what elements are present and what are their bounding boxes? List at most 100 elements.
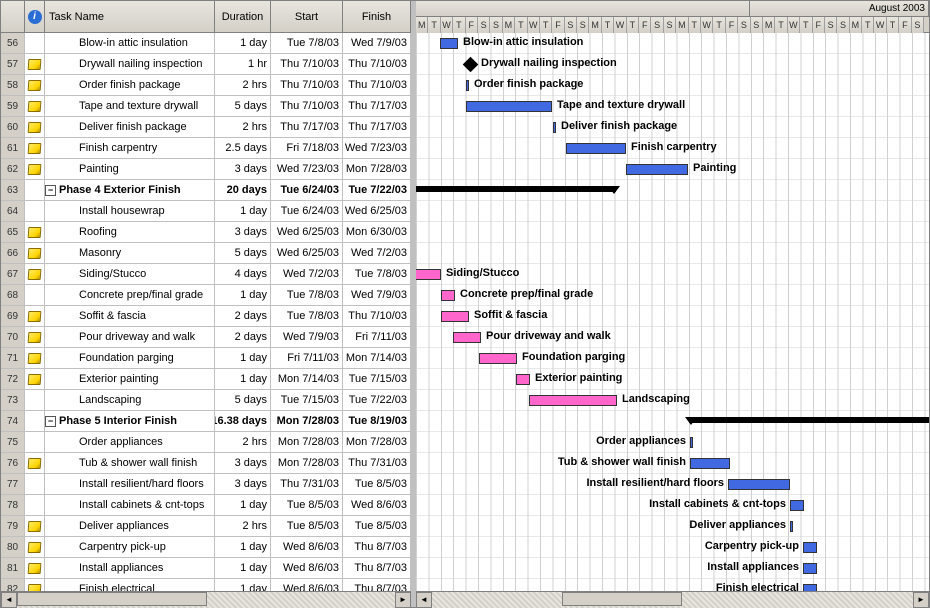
task-bar[interactable]	[728, 479, 790, 490]
col-header-rownum[interactable]	[1, 1, 25, 32]
task-name-cell[interactable]: Painting	[45, 159, 215, 179]
table-row[interactable]: 65Roofing3 daysWed 6/25/03Mon 6/30/03	[1, 222, 411, 243]
row-number[interactable]: 66	[1, 243, 25, 263]
finish-cell[interactable]: Tue 8/5/03	[343, 474, 411, 494]
task-name-cell[interactable]: Soffit & fascia	[45, 306, 215, 326]
row-number[interactable]: 71	[1, 348, 25, 368]
note-icon[interactable]	[28, 59, 42, 70]
row-number[interactable]: 60	[1, 117, 25, 137]
task-name-cell[interactable]: Pour driveway and walk	[45, 327, 215, 347]
task-bar[interactable]	[479, 353, 517, 364]
outline-collapse-icon[interactable]: −	[45, 416, 56, 427]
row-number[interactable]: 61	[1, 138, 25, 158]
task-name-cell[interactable]: Exterior painting	[45, 369, 215, 389]
col-header-duration[interactable]: Duration	[215, 1, 271, 32]
dur-cell[interactable]: 4 days	[215, 264, 271, 284]
dur-cell[interactable]: 1 day	[215, 348, 271, 368]
task-bar[interactable]	[466, 101, 552, 112]
task-name-cell[interactable]: Foundation parging	[45, 348, 215, 368]
task-bar[interactable]	[466, 80, 469, 91]
finish-cell[interactable]: Tue 7/22/03	[343, 390, 411, 410]
task-bar[interactable]	[441, 311, 469, 322]
dur-cell[interactable]: 1 day	[215, 537, 271, 557]
dur-cell[interactable]: 1 day	[215, 285, 271, 305]
row-number[interactable]: 72	[1, 369, 25, 389]
task-bar[interactable]	[566, 143, 626, 154]
task-name-cell[interactable]: Install cabinets & cnt-tops	[45, 495, 215, 515]
finish-cell[interactable]: Wed 8/6/03	[343, 495, 411, 515]
start-cell[interactable]: Wed 8/6/03	[271, 558, 343, 578]
finish-cell[interactable]: Thu 7/17/03	[343, 96, 411, 116]
note-icon[interactable]	[28, 164, 42, 175]
note-icon[interactable]	[28, 80, 42, 91]
task-name-cell[interactable]: Install appliances	[45, 558, 215, 578]
row-number[interactable]: 62	[1, 159, 25, 179]
dur-cell[interactable]: 1 hr	[215, 54, 271, 74]
task-name-cell[interactable]: Order appliances	[45, 432, 215, 452]
note-icon[interactable]	[28, 563, 42, 574]
start-cell[interactable]: Tue 7/8/03	[271, 285, 343, 305]
dur-cell[interactable]: 2 days	[215, 327, 271, 347]
task-name-cell[interactable]: Install resilient/hard floors	[45, 474, 215, 494]
start-cell[interactable]: Tue 7/8/03	[271, 33, 343, 53]
row-number[interactable]: 75	[1, 432, 25, 452]
scroll-track[interactable]	[17, 592, 395, 608]
task-name-cell[interactable]: Deliver finish package	[45, 117, 215, 137]
table-row[interactable]: 59Tape and texture drywall5 daysThu 7/10…	[1, 96, 411, 117]
start-cell[interactable]: Wed 6/25/03	[271, 243, 343, 263]
note-icon[interactable]	[28, 374, 42, 385]
finish-cell[interactable]: Wed 7/2/03	[343, 243, 411, 263]
task-bar[interactable]	[441, 290, 455, 301]
row-number[interactable]: 64	[1, 201, 25, 221]
task-name-cell[interactable]: Tape and texture drywall	[45, 96, 215, 116]
table-row[interactable]: 62Painting3 daysWed 7/23/03Mon 7/28/03	[1, 159, 411, 180]
table-row[interactable]: 61Finish carpentry2.5 daysFri 7/18/03Wed…	[1, 138, 411, 159]
col-header-finish[interactable]: Finish	[343, 1, 411, 32]
start-cell[interactable]: Tue 8/5/03	[271, 495, 343, 515]
start-cell[interactable]: Thu 7/31/03	[271, 474, 343, 494]
table-row[interactable]: 77Install resilient/hard floors3 daysThu…	[1, 474, 411, 495]
dur-cell[interactable]: 3 days	[215, 222, 271, 242]
task-name-cell[interactable]: −Phase 4 Exterior Finish	[45, 180, 215, 200]
finish-cell[interactable]: Mon 6/30/03	[343, 222, 411, 242]
table-row[interactable]: 63−Phase 4 Exterior Finish20 daysTue 6/2…	[1, 180, 411, 201]
task-bar[interactable]	[690, 458, 730, 469]
start-cell[interactable]: Fri 7/11/03	[271, 348, 343, 368]
dur-cell[interactable]: 5 days	[215, 96, 271, 116]
dur-cell[interactable]: 2.5 days	[215, 138, 271, 158]
dur-cell[interactable]: 1 day	[215, 33, 271, 53]
table-row[interactable]: 60 Deliver finish package2 hrsThu 7/17/03…	[1, 117, 411, 138]
table-row[interactable]: 75Order appliances2 hrsMon 7/28/03Mon 7/…	[1, 432, 411, 453]
row-number[interactable]: 67	[1, 264, 25, 284]
row-number[interactable]: 65	[1, 222, 25, 242]
row-number[interactable]: 78	[1, 495, 25, 515]
start-cell[interactable]: Mon 7/14/03	[271, 369, 343, 389]
finish-cell[interactable]: Thu 7/10/03	[343, 54, 411, 74]
start-cell[interactable]: Thu 7/10/03	[271, 54, 343, 74]
start-cell[interactable]: Thu 7/17/03	[271, 117, 343, 137]
scroll-thumb[interactable]	[562, 592, 682, 606]
start-cell[interactable]: Wed 6/25/03	[271, 222, 343, 242]
note-icon[interactable]	[28, 521, 42, 532]
task-bar[interactable]	[803, 563, 817, 574]
dur-cell[interactable]: 2 hrs	[215, 117, 271, 137]
dur-cell[interactable]: 3 days	[215, 453, 271, 473]
start-cell[interactable]: Tue 6/24/03	[271, 180, 343, 200]
dur-cell[interactable]: 3 days	[215, 474, 271, 494]
table-row[interactable]: 76Tub & shower wall finish3 daysMon 7/28…	[1, 453, 411, 474]
scroll-left-button[interactable]: ◄	[1, 592, 17, 608]
task-bar[interactable]	[626, 164, 688, 175]
row-number[interactable]: 56	[1, 33, 25, 53]
table-row[interactable]: 58Order finish package2 hrsThu 7/10/03Th…	[1, 75, 411, 96]
table-row[interactable]: 67Siding/Stucco4 daysWed 7/2/03Tue 7/8/0…	[1, 264, 411, 285]
summary-bar[interactable]	[689, 417, 929, 423]
row-number[interactable]: 69	[1, 306, 25, 326]
finish-cell[interactable]: Wed 7/9/03	[343, 33, 411, 53]
start-cell[interactable]: Wed 7/2/03	[271, 264, 343, 284]
row-number[interactable]: 80	[1, 537, 25, 557]
finish-cell[interactable]: Tue 7/22/03	[343, 180, 411, 200]
dur-cell[interactable]: 2 hrs	[215, 432, 271, 452]
gantt-hscrollbar[interactable]: ◄ ►	[416, 591, 929, 607]
task-bar[interactable]	[453, 332, 481, 343]
row-number[interactable]: 79	[1, 516, 25, 536]
